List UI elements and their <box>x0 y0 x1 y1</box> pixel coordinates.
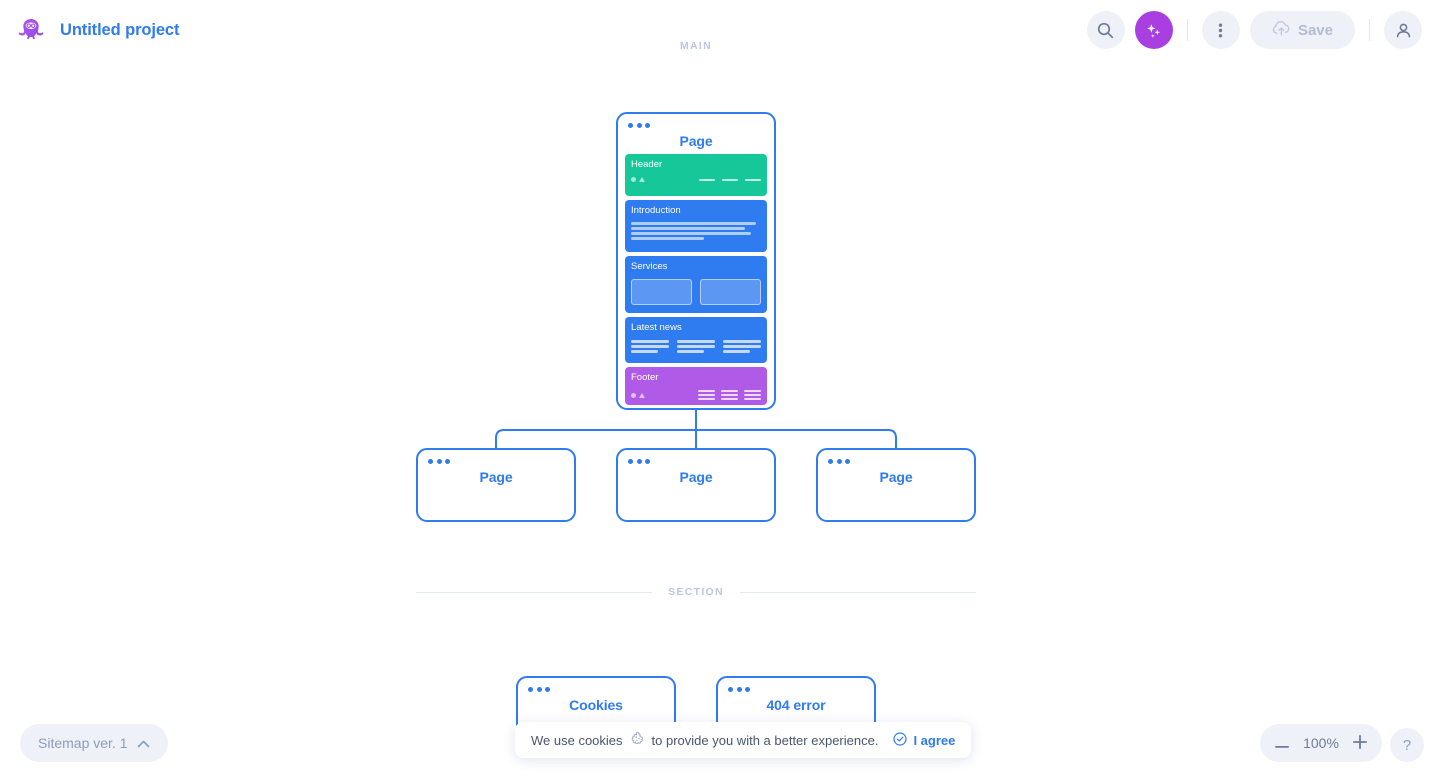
sitemap-version-label: Sitemap ver. 1 <box>38 735 128 751</box>
section-divider: SECTION <box>416 586 976 598</box>
zoom-controls: 100% <box>1260 724 1382 762</box>
user-icon <box>1395 22 1412 39</box>
zoom-level-value: 100% <box>1303 735 1339 751</box>
zoom-out-button[interactable] <box>1268 728 1296 758</box>
brand-area: Untitled project <box>16 15 180 45</box>
footer-links-placeholder <box>698 390 761 400</box>
three-dot-icon[interactable] <box>628 459 650 464</box>
sitemap-version-button[interactable]: Sitemap ver. 1 <box>20 724 168 762</box>
sitemap-canvas[interactable]: MAIN Page Header Introduction Services L… <box>0 0 1440 778</box>
search-icon <box>1097 22 1114 39</box>
page-block-label: Introduction <box>631 205 681 216</box>
octopus-logo-icon[interactable] <box>16 15 46 45</box>
page-block-label: Services <box>631 261 668 272</box>
page-card-title: 404 error <box>766 697 826 713</box>
three-dot-icon[interactable] <box>428 459 450 464</box>
toolbar-divider-1 <box>1186 19 1188 41</box>
page-card-title: Page <box>479 469 513 485</box>
zoom-in-button[interactable] <box>1346 728 1374 758</box>
sitemap-editor-app: Untitled project Save MAIN Page Header I… <box>0 0 1440 778</box>
news-columns-placeholder <box>631 340 761 353</box>
cloud-upload-icon <box>1272 20 1291 40</box>
page-block-footer[interactable]: Footer <box>625 367 767 405</box>
help-button[interactable]: ? <box>1390 728 1424 762</box>
page-card-title: Cookies <box>569 697 623 713</box>
page-block-introduction[interactable]: Introduction <box>625 200 767 252</box>
header-nav-row <box>631 177 761 182</box>
page-block-services[interactable]: Services <box>625 256 767 313</box>
nav-links-placeholder <box>699 178 761 181</box>
three-dot-vertical-icon <box>1218 22 1223 39</box>
page-card-main[interactable]: Page Header Introduction Services Latest… <box>616 112 776 410</box>
page-card-child-3[interactable]: Page <box>816 448 976 522</box>
plus-icon <box>1353 734 1367 752</box>
chevron-up-icon <box>137 735 150 751</box>
three-dot-icon[interactable] <box>528 687 550 692</box>
search-button[interactable] <box>1086 11 1125 49</box>
footer-row <box>631 390 761 400</box>
divider-line-left <box>416 591 653 593</box>
page-block-list: Header Introduction Services Latest news… <box>618 149 774 412</box>
divider-line-right <box>739 591 976 593</box>
check-circle-icon <box>893 731 908 749</box>
site-logo-icon <box>631 177 645 182</box>
page-block-label: Footer <box>631 372 659 383</box>
save-button[interactable]: Save <box>1249 11 1355 49</box>
page-block-header[interactable]: Header <box>625 154 767 196</box>
cookie-icon <box>630 731 645 749</box>
page-card-title: Page <box>879 469 913 485</box>
minus-icon <box>1275 736 1289 751</box>
cookie-text-before: We use cookies <box>531 732 623 748</box>
page-block-latest-news[interactable]: Latest news <box>625 317 767 363</box>
page-block-label: Header <box>631 159 663 170</box>
three-dot-icon[interactable] <box>828 459 850 464</box>
account-button[interactable] <box>1384 11 1422 49</box>
project-title[interactable]: Untitled project <box>60 21 180 40</box>
more-options-button[interactable] <box>1201 11 1240 49</box>
text-lines-placeholder <box>631 222 761 240</box>
top-toolbar: Untitled project Save <box>0 0 1440 60</box>
section-group-label: SECTION <box>668 586 724 598</box>
page-card-title: Page <box>679 469 713 485</box>
cookie-agree-label: I agree <box>913 732 956 748</box>
cookie-consent-banner: We use cookies to provide you with a bet… <box>515 722 972 758</box>
page-card-child-1[interactable]: Page <box>416 448 576 522</box>
page-card-title: Page <box>679 133 713 149</box>
cookie-text-after: to provide you with a better experience. <box>651 732 879 748</box>
toolbar-divider-2 <box>1369 19 1370 41</box>
save-button-label: Save <box>1297 21 1333 39</box>
ai-assistant-button[interactable] <box>1134 11 1173 49</box>
sparkle-icon <box>1144 21 1163 40</box>
site-logo-icon <box>631 392 645 398</box>
page-card-child-2[interactable]: Page <box>616 448 776 522</box>
three-dot-icon[interactable] <box>728 687 750 692</box>
cookie-agree-button[interactable]: I agree <box>893 731 956 749</box>
three-dot-icon[interactable] <box>628 123 650 128</box>
toolbar-actions: Save <box>1086 11 1422 49</box>
page-block-label: Latest news <box>631 322 682 333</box>
service-cards-placeholder <box>631 279 761 305</box>
